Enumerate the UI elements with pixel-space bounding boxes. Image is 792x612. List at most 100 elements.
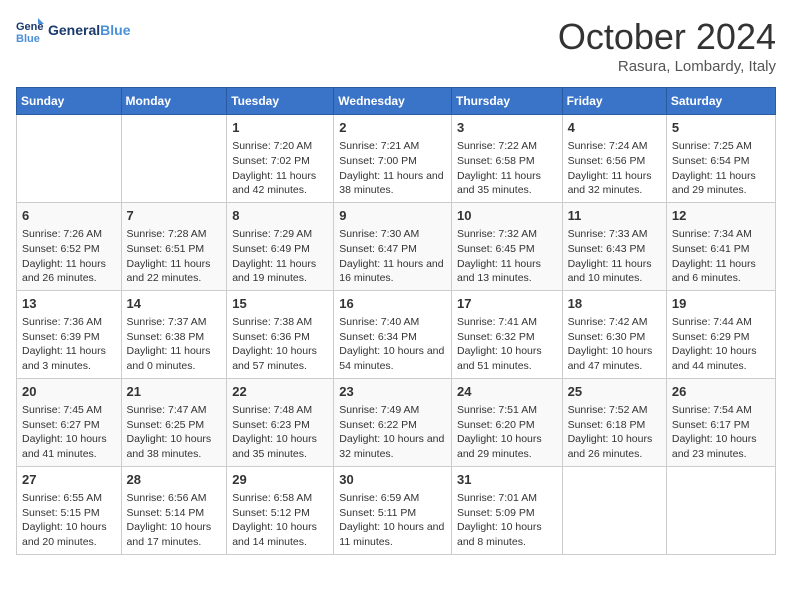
day-info-line: Daylight: 11 hours and 13 minutes. [457, 257, 557, 286]
day-number: 13 [22, 295, 116, 313]
day-number: 2 [339, 119, 446, 137]
day-info-line: Daylight: 10 hours and 20 minutes. [22, 520, 116, 549]
day-info-line: Daylight: 10 hours and 8 minutes. [457, 520, 557, 549]
day-info-line: Sunrise: 7:33 AM [568, 227, 661, 242]
day-number: 22 [232, 383, 328, 401]
calendar-week-row: 13Sunrise: 7:36 AMSunset: 6:39 PMDayligh… [17, 290, 776, 378]
day-number: 11 [568, 207, 661, 225]
day-of-week-header: Monday [121, 88, 227, 115]
day-info-line: Daylight: 11 hours and 22 minutes. [127, 257, 222, 286]
day-number: 4 [568, 119, 661, 137]
day-info-line: Sunrise: 7:36 AM [22, 315, 116, 330]
day-info-line: Sunset: 6:22 PM [339, 418, 446, 433]
day-info-line: Sunset: 6:47 PM [339, 242, 446, 257]
day-info-line: Sunrise: 6:59 AM [339, 491, 446, 506]
day-info-line: Sunset: 6:45 PM [457, 242, 557, 257]
day-info-line: Sunrise: 7:47 AM [127, 403, 222, 418]
calendar-day-cell: 7Sunrise: 7:28 AMSunset: 6:51 PMDaylight… [121, 202, 227, 290]
day-number: 7 [127, 207, 222, 225]
day-info-line: Daylight: 11 hours and 35 minutes. [457, 169, 557, 198]
calendar-day-cell: 9Sunrise: 7:30 AMSunset: 6:47 PMDaylight… [334, 202, 452, 290]
calendar-day-cell: 27Sunrise: 6:55 AMSunset: 5:15 PMDayligh… [17, 466, 122, 554]
calendar-day-cell: 24Sunrise: 7:51 AMSunset: 6:20 PMDayligh… [451, 378, 562, 466]
day-info-line: Daylight: 10 hours and 11 minutes. [339, 520, 446, 549]
day-info-line: Daylight: 10 hours and 17 minutes. [127, 520, 222, 549]
day-info-line: Daylight: 10 hours and 23 minutes. [672, 432, 770, 461]
day-info-line: Sunset: 6:58 PM [457, 154, 557, 169]
calendar-day-cell: 8Sunrise: 7:29 AMSunset: 6:49 PMDaylight… [227, 202, 334, 290]
day-info-line: Sunset: 6:34 PM [339, 330, 446, 345]
day-info-line: Daylight: 11 hours and 32 minutes. [568, 169, 661, 198]
day-info-line: Sunrise: 7:21 AM [339, 139, 446, 154]
day-info-line: Sunset: 6:56 PM [568, 154, 661, 169]
day-number: 3 [457, 119, 557, 137]
day-info-line: Sunrise: 7:22 AM [457, 139, 557, 154]
calendar-day-cell [666, 466, 775, 554]
page-header: General Blue GeneralBlue October 2024 Ra… [16, 16, 776, 75]
day-info-line: Sunset: 6:30 PM [568, 330, 661, 345]
day-info-line: Daylight: 10 hours and 57 minutes. [232, 344, 328, 373]
calendar-day-cell: 13Sunrise: 7:36 AMSunset: 6:39 PMDayligh… [17, 290, 122, 378]
day-info-line: Sunset: 5:09 PM [457, 506, 557, 521]
logo-blue: Blue [100, 22, 130, 38]
day-number: 30 [339, 471, 446, 489]
calendar-day-cell: 16Sunrise: 7:40 AMSunset: 6:34 PMDayligh… [334, 290, 452, 378]
day-number: 5 [672, 119, 770, 137]
day-info-line: Sunrise: 7:25 AM [672, 139, 770, 154]
day-number: 18 [568, 295, 661, 313]
calendar-day-cell [17, 115, 122, 203]
calendar-table: SundayMondayTuesdayWednesdayThursdayFrid… [16, 87, 776, 555]
day-info-line: Daylight: 11 hours and 29 minutes. [672, 169, 770, 198]
calendar-day-cell: 4Sunrise: 7:24 AMSunset: 6:56 PMDaylight… [562, 115, 666, 203]
day-info-line: Daylight: 10 hours and 14 minutes. [232, 520, 328, 549]
day-info-line: Sunset: 5:15 PM [22, 506, 116, 521]
day-info-line: Daylight: 11 hours and 16 minutes. [339, 257, 446, 286]
day-info-line: Sunset: 6:52 PM [22, 242, 116, 257]
title-block: October 2024 Rasura, Lombardy, Italy [558, 16, 776, 75]
day-number: 16 [339, 295, 446, 313]
day-number: 20 [22, 383, 116, 401]
day-info-line: Sunrise: 7:30 AM [339, 227, 446, 242]
calendar-day-cell: 11Sunrise: 7:33 AMSunset: 6:43 PMDayligh… [562, 202, 666, 290]
calendar-header-row: SundayMondayTuesdayWednesdayThursdayFrid… [17, 88, 776, 115]
day-number: 1 [232, 119, 328, 137]
day-info-line: Sunrise: 7:26 AM [22, 227, 116, 242]
day-number: 17 [457, 295, 557, 313]
day-number: 28 [127, 471, 222, 489]
calendar-day-cell: 6Sunrise: 7:26 AMSunset: 6:52 PMDaylight… [17, 202, 122, 290]
calendar-day-cell: 30Sunrise: 6:59 AMSunset: 5:11 PMDayligh… [334, 466, 452, 554]
day-info-line: Daylight: 10 hours and 35 minutes. [232, 432, 328, 461]
calendar-day-cell: 19Sunrise: 7:44 AMSunset: 6:29 PMDayligh… [666, 290, 775, 378]
calendar-week-row: 6Sunrise: 7:26 AMSunset: 6:52 PMDaylight… [17, 202, 776, 290]
day-info-line: Sunset: 6:18 PM [568, 418, 661, 433]
day-number: 29 [232, 471, 328, 489]
calendar-day-cell: 26Sunrise: 7:54 AMSunset: 6:17 PMDayligh… [666, 378, 775, 466]
day-number: 12 [672, 207, 770, 225]
day-info-line: Daylight: 11 hours and 10 minutes. [568, 257, 661, 286]
day-info-line: Sunset: 6:17 PM [672, 418, 770, 433]
calendar-day-cell: 14Sunrise: 7:37 AMSunset: 6:38 PMDayligh… [121, 290, 227, 378]
day-info-line: Sunrise: 7:42 AM [568, 315, 661, 330]
calendar-day-cell: 5Sunrise: 7:25 AMSunset: 6:54 PMDaylight… [666, 115, 775, 203]
day-info-line: Sunset: 6:49 PM [232, 242, 328, 257]
logo: General Blue GeneralBlue [16, 16, 130, 44]
day-info-line: Sunset: 7:02 PM [232, 154, 328, 169]
day-info-line: Sunrise: 7:37 AM [127, 315, 222, 330]
day-of-week-header: Sunday [17, 88, 122, 115]
day-info-line: Sunrise: 7:48 AM [232, 403, 328, 418]
calendar-week-row: 20Sunrise: 7:45 AMSunset: 6:27 PMDayligh… [17, 378, 776, 466]
calendar-day-cell: 22Sunrise: 7:48 AMSunset: 6:23 PMDayligh… [227, 378, 334, 466]
day-number: 26 [672, 383, 770, 401]
day-info-line: Sunset: 6:27 PM [22, 418, 116, 433]
day-info-line: Sunset: 6:36 PM [232, 330, 328, 345]
day-info-line: Sunset: 7:00 PM [339, 154, 446, 169]
day-number: 19 [672, 295, 770, 313]
day-info-line: Daylight: 11 hours and 0 minutes. [127, 344, 222, 373]
day-number: 31 [457, 471, 557, 489]
day-of-week-header: Saturday [666, 88, 775, 115]
day-info-line: Sunrise: 7:01 AM [457, 491, 557, 506]
day-info-line: Sunrise: 7:38 AM [232, 315, 328, 330]
day-of-week-header: Tuesday [227, 88, 334, 115]
day-info-line: Sunset: 6:29 PM [672, 330, 770, 345]
day-info-line: Sunset: 6:41 PM [672, 242, 770, 257]
